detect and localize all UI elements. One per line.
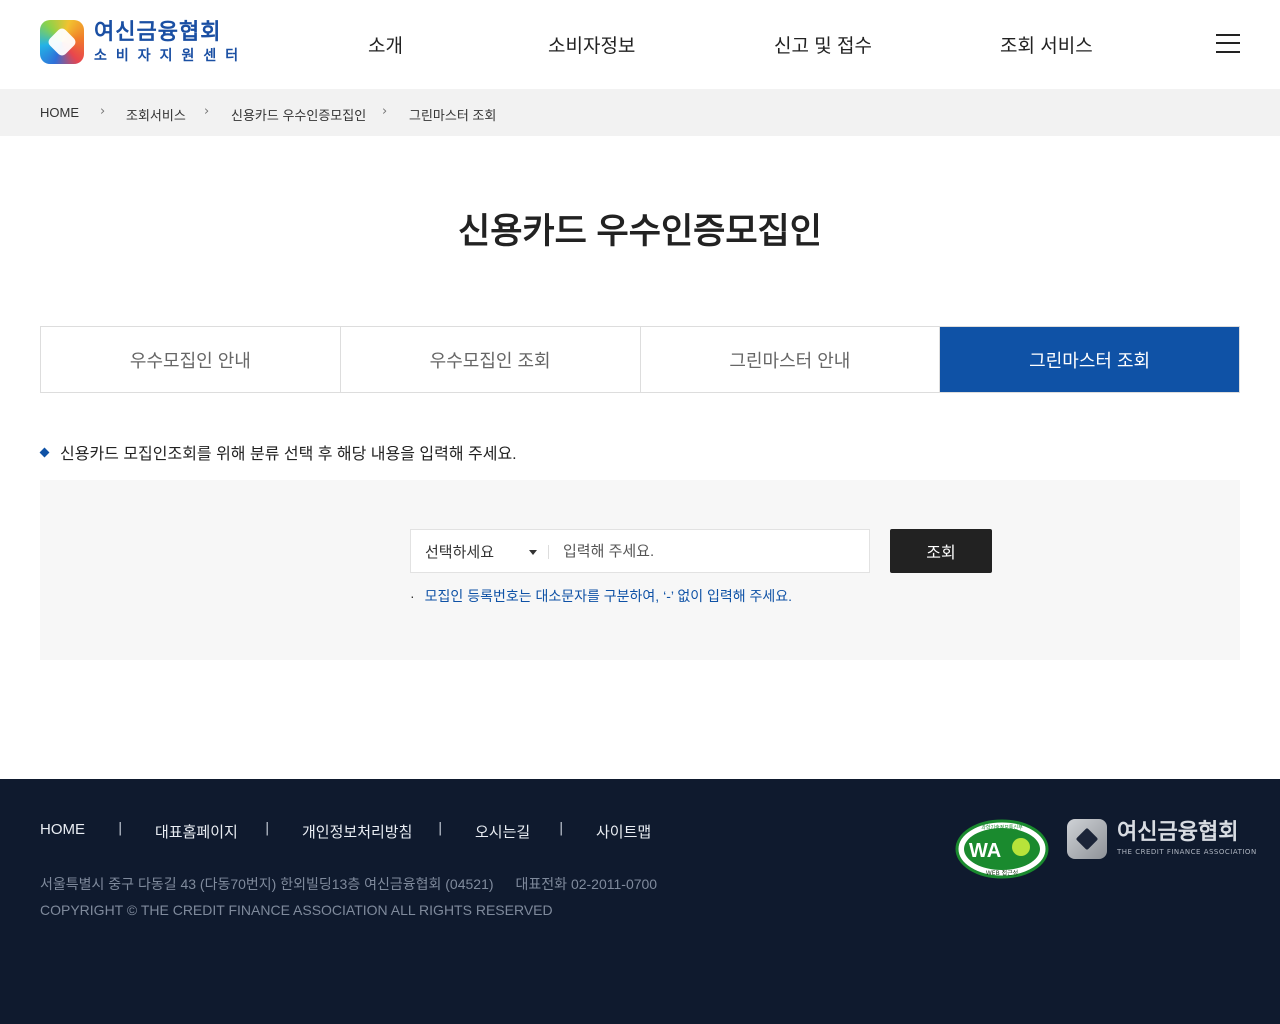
bullet-icon: · <box>410 588 415 604</box>
breadcrumb-excellent-recruiter[interactable]: 신용카드 우수인증모집인 <box>231 105 366 124</box>
hamburger-menu-icon[interactable] <box>1216 34 1240 53</box>
nav-item-report[interactable]: 신고 및 접수 <box>774 31 872 58</box>
page-title: 신용카드 우수인증모집인 <box>458 212 822 251</box>
diamond-bullet-icon <box>39 447 50 457</box>
footer-copyright: COPYRIGHT © THE CREDIT FINANCE ASSOCIATI… <box>40 902 553 918</box>
category-select-value: 선택하세요 <box>425 543 495 561</box>
tab-greenmaster-lookup[interactable]: 그린마스터 조회 <box>940 327 1239 392</box>
footer-phone: 대표전화 02-2011-0700 <box>515 876 658 892</box>
tab-greenmaster-guide[interactable]: 그린마스터 안내 <box>640 327 941 392</box>
breadcrumb: HOME › 조회서비스 › 신용카드 우수인증모집인 › 그린마스터 조회 <box>0 89 1280 136</box>
search-input[interactable] <box>549 530 869 572</box>
footer-divider: | <box>118 821 123 836</box>
logo-icon <box>40 20 84 64</box>
breadcrumb-home[interactable]: HOME <box>40 105 79 120</box>
footer-link-sitemap[interactable]: 사이트맵 <box>596 821 651 842</box>
footer-divider: | <box>265 821 270 836</box>
tab-excellent-lookup[interactable]: 우수모집인 조회 <box>340 327 641 392</box>
category-select[interactable]: 선택하세요 <box>411 530 549 572</box>
tab-bar: 우수모집인 안내 우수모집인 조회 그린마스터 안내 그린마스터 조회 <box>40 326 1240 393</box>
cfa-logo-subtitle: THE CREDIT FINANCE ASSOCIATION <box>1117 848 1257 856</box>
cfa-logo[interactable]: 여신금융협회 THE CREDIT FINANCE ASSOCIATION <box>1067 819 1257 859</box>
nav-item-lookup[interactable]: 조회 서비스 <box>1000 31 1093 58</box>
chevron-right-icon: › <box>382 104 388 119</box>
breadcrumb-current: 그린마스터 조회 <box>409 108 497 123</box>
web-accessibility-mark-icon: WA 과학기술정보통신부 WEB 접근성 <box>955 819 1049 879</box>
caret-down-icon <box>529 550 537 555</box>
cfa-logo-title: 여신금융협회 <box>1117 820 1239 845</box>
footer-link-privacy[interactable]: 개인정보처리방침 <box>302 821 412 842</box>
nav-item-consumer-info[interactable]: 소비자정보 <box>548 31 635 58</box>
footer-link-main-site[interactable]: 대표홈페이지 <box>155 821 238 842</box>
logo-subtitle: 소비자지원센터 <box>94 47 248 64</box>
footer-link-directions[interactable]: 오시는길 <box>475 821 530 842</box>
logo-title: 여신금융협회 <box>94 19 222 45</box>
tab-excellent-guide[interactable]: 우수모집인 안내 <box>41 327 341 392</box>
input-hint: · 모집인 등록번호는 대소문자를 구분하여, ‘-’ 없이 입력해 주세요. <box>410 586 792 606</box>
wa-mark-text: WA <box>969 840 1001 862</box>
footer-divider: | <box>559 821 564 836</box>
instruction-label: 신용카드 모집인조회를 위해 분류 선택 후 해당 내용을 입력해 주세요. <box>60 446 517 463</box>
chevron-right-icon: › <box>100 104 106 119</box>
site-footer: HOME | 대표홈페이지 | 개인정보처리방침 | 오시는길 | 사이트맵 서… <box>0 779 1280 1024</box>
breadcrumb-lookup[interactable]: 조회서비스 <box>126 105 186 124</box>
footer-divider: | <box>438 821 443 836</box>
chevron-right-icon: › <box>204 104 210 119</box>
footer-address: 서울특별시 중구 다동길 43 (다동70번지) 한외빌딩13층 여신금융협회 … <box>40 874 657 894</box>
input-hint-text: 모집인 등록번호는 대소문자를 구분하여, ‘-’ 없이 입력해 주세요. <box>424 588 793 604</box>
search-button[interactable]: 조회 <box>890 529 992 573</box>
wa-mark-org: 과학기술정보통신부 <box>981 824 1023 831</box>
search-box: 선택하세요 <box>410 529 870 573</box>
wa-mark-caption: WEB 접근성 <box>986 869 1018 877</box>
instruction-text: 신용카드 모집인조회를 위해 분류 선택 후 해당 내용을 입력해 주세요. <box>39 440 517 464</box>
nav-item-intro[interactable]: 소개 <box>368 31 403 58</box>
footer-address-text: 서울특별시 중구 다동길 43 (다동70번지) 한외빌딩13층 여신금융협회 … <box>40 876 494 892</box>
footer-link-home[interactable]: HOME <box>40 821 85 838</box>
site-logo[interactable]: 여신금융협회 소비자지원센터 <box>40 20 247 64</box>
cfa-logo-icon <box>1067 819 1107 859</box>
search-panel: 선택하세요 조회 · 모집인 등록번호는 대소문자를 구분하여, ‘-’ 없이 … <box>40 480 1240 660</box>
site-header: 여신금융협회 소비자지원센터 소개 소비자정보 신고 및 접수 조회 서비스 <box>0 0 1280 89</box>
